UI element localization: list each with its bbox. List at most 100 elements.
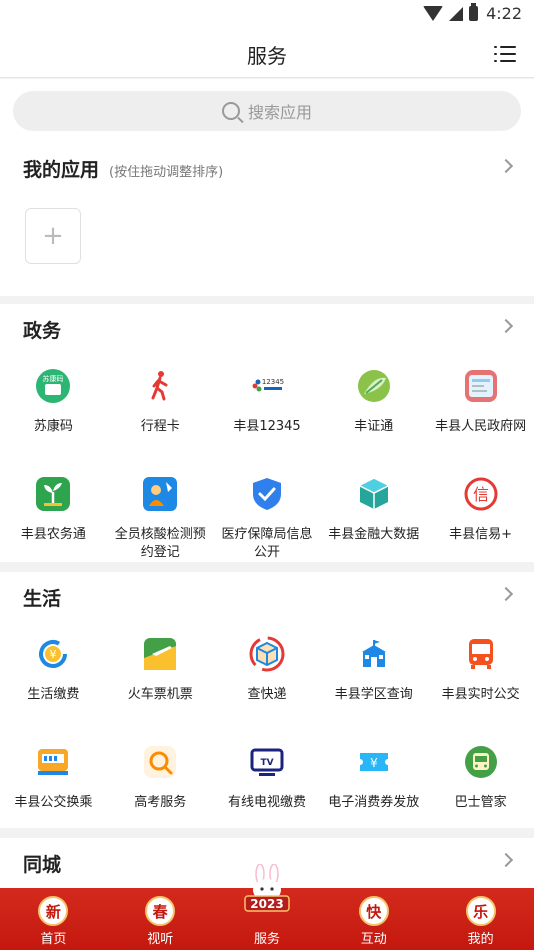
app-cable-tv-payment[interactable]: TV 有线电视缴费 [214,744,321,812]
my-apps-title: 我的应用 [23,159,100,181]
payment-yuan-icon: ¥ [35,636,71,672]
bus-card-icon [35,744,71,780]
svg-text:苏康码: 苏康码 [43,374,64,383]
app-agri-service[interactable]: 丰县农务通 [0,476,107,544]
app-label: 有线电视缴费 [227,795,306,810]
app-label: 丰证通 [354,419,394,434]
nav-home[interactable]: 新 首页 [0,888,107,950]
hotline-12345-icon: 12345 [249,368,285,404]
app-train-flight-tickets[interactable]: 火车票机票 [107,636,214,704]
chevron-right-icon[interactable] [498,158,514,174]
app-medical-insurance-info[interactable]: 医疗保障局信息公开 [214,476,321,562]
app-label: 巴士管家 [454,795,507,810]
section-life: 生活 ¥ 生活缴费 火车票机票 查快递 丰县学区查询 丰县实时公交 丰县公交换乘… [0,572,534,828]
credit-xin-icon: 信 [463,476,499,512]
app-label: 生活缴费 [27,687,80,702]
svg-text:2023: 2023 [250,897,283,911]
search-area: 搜索应用 [0,79,534,143]
section-title: 政务 [23,320,62,342]
app-label: 丰县学区查询 [334,687,413,702]
app-label: 丰县信易+ [449,527,513,542]
nav-mine[interactable]: 乐 我的 [427,888,534,950]
cell-signal-icon [449,6,464,21]
app-label: 丰县实时公交 [441,687,520,702]
nucleic-test-icon [142,476,178,512]
page-title: 服务 [247,44,287,68]
nav-label: 我的 [467,932,494,947]
rabbit-2023-icon[interactable]: 2023 [239,863,295,920]
my-apps-section: 我的应用 (按住拖动调整排序) + [0,143,534,296]
coupon-yuan-icon: ¥ [356,744,392,780]
app-label: 电子消费券发放 [328,795,420,810]
government-site-icon [463,368,499,404]
leaf-globe-icon [356,368,392,404]
app-fengxian-12345[interactable]: 12345 丰县12345 [214,368,321,436]
nav-media[interactable]: 春 视听 [107,888,214,950]
app-credit-plus[interactable]: 信 丰县信易+ [427,476,534,544]
app-label: 高考服务 [134,795,187,810]
section-title: 生活 [23,588,62,610]
app-bus-transfer[interactable]: 丰县公交换乘 [0,744,107,812]
my-apps-hint: (按住拖动调整排序) [109,165,224,180]
school-icon [356,636,392,672]
chevron-right-icon[interactable] [498,852,514,868]
app-label: 苏康码 [33,419,73,434]
battery-icon [469,3,479,21]
app-school-district-query[interactable]: 丰县学区查询 [320,636,427,704]
app-government-website[interactable]: 丰县人民政府网 [427,368,534,436]
section-title: 同城 [23,854,62,876]
nav-label: 服务 [253,932,280,947]
app-label: 丰县人民政府网 [435,419,527,434]
add-app-button[interactable]: + [25,208,81,264]
app-label: 医疗保障局信息公开 [221,527,313,560]
chun-badge-icon: 春 [145,896,176,926]
status-bar: 4:22 [0,0,534,28]
list-menu-icon[interactable] [494,46,516,62]
app-e-coupon[interactable]: ¥ 电子消费券发放 [320,744,427,812]
search-placeholder: 搜索应用 [247,103,312,122]
bus-manager-icon [463,744,499,780]
sprout-icon [35,476,71,512]
section-government: 政务 苏康码 苏康码 行程卡 12345 丰县12345 丰证通 丰县人民政府网… [0,304,534,562]
le-badge-icon: 乐 [465,896,496,926]
app-gaokao-service[interactable]: 高考服务 [107,744,214,812]
parcel-icon [249,636,285,672]
app-label: 火车票机票 [127,687,193,702]
top-bar: 服务 [0,28,534,78]
app-fengzhengtong[interactable]: 丰证通 [320,368,427,436]
app-label: 丰县公交换乘 [14,795,93,810]
app-itinerary-card[interactable]: 行程卡 [107,368,214,436]
app-finance-big-data[interactable]: 丰县金融大数据 [320,476,427,544]
cube-data-icon [356,476,392,512]
svg-text:12345: 12345 [262,378,284,386]
search-icon [221,102,240,120]
app-bus-manager[interactable]: 巴士管家 [427,744,534,812]
app-utility-payment[interactable]: ¥ 生活缴费 [0,636,107,704]
app-realtime-bus[interactable]: 丰县实时公交 [427,636,534,704]
nav-interact[interactable]: 快 互动 [320,888,427,950]
app-label: 查快递 [247,687,287,702]
chevron-right-icon[interactable] [498,586,514,602]
xin-badge-icon: 新 [38,896,69,926]
app-label: 丰县12345 [233,419,301,434]
svg-text:TV: TV [260,758,273,768]
chevron-right-icon[interactable] [498,318,514,334]
app-label: 丰县农务通 [20,527,86,542]
plane-train-icon [142,636,178,672]
wifi-icon [423,6,444,21]
app-track-parcel[interactable]: 查快递 [214,636,321,704]
kuai-badge-icon: 快 [358,896,389,926]
bus-icon [463,636,499,672]
shield-check-icon [249,476,285,512]
magnifier-icon [142,744,178,780]
app-sukangma[interactable]: 苏康码 苏康码 [0,368,107,436]
app-nucleic-test-booking[interactable]: 全员核酸检测预约登记 [107,476,214,562]
search-input[interactable]: 搜索应用 [13,91,521,131]
status-time: 4:22 [486,4,522,23]
svg-text:信: 信 [473,485,489,504]
app-label: 全员核酸检测预约登记 [114,527,206,560]
svg-text:¥: ¥ [50,648,57,661]
sukangma-icon: 苏康码 [35,368,71,404]
nav-label: 视听 [147,932,174,947]
nav-label: 互动 [360,932,387,947]
